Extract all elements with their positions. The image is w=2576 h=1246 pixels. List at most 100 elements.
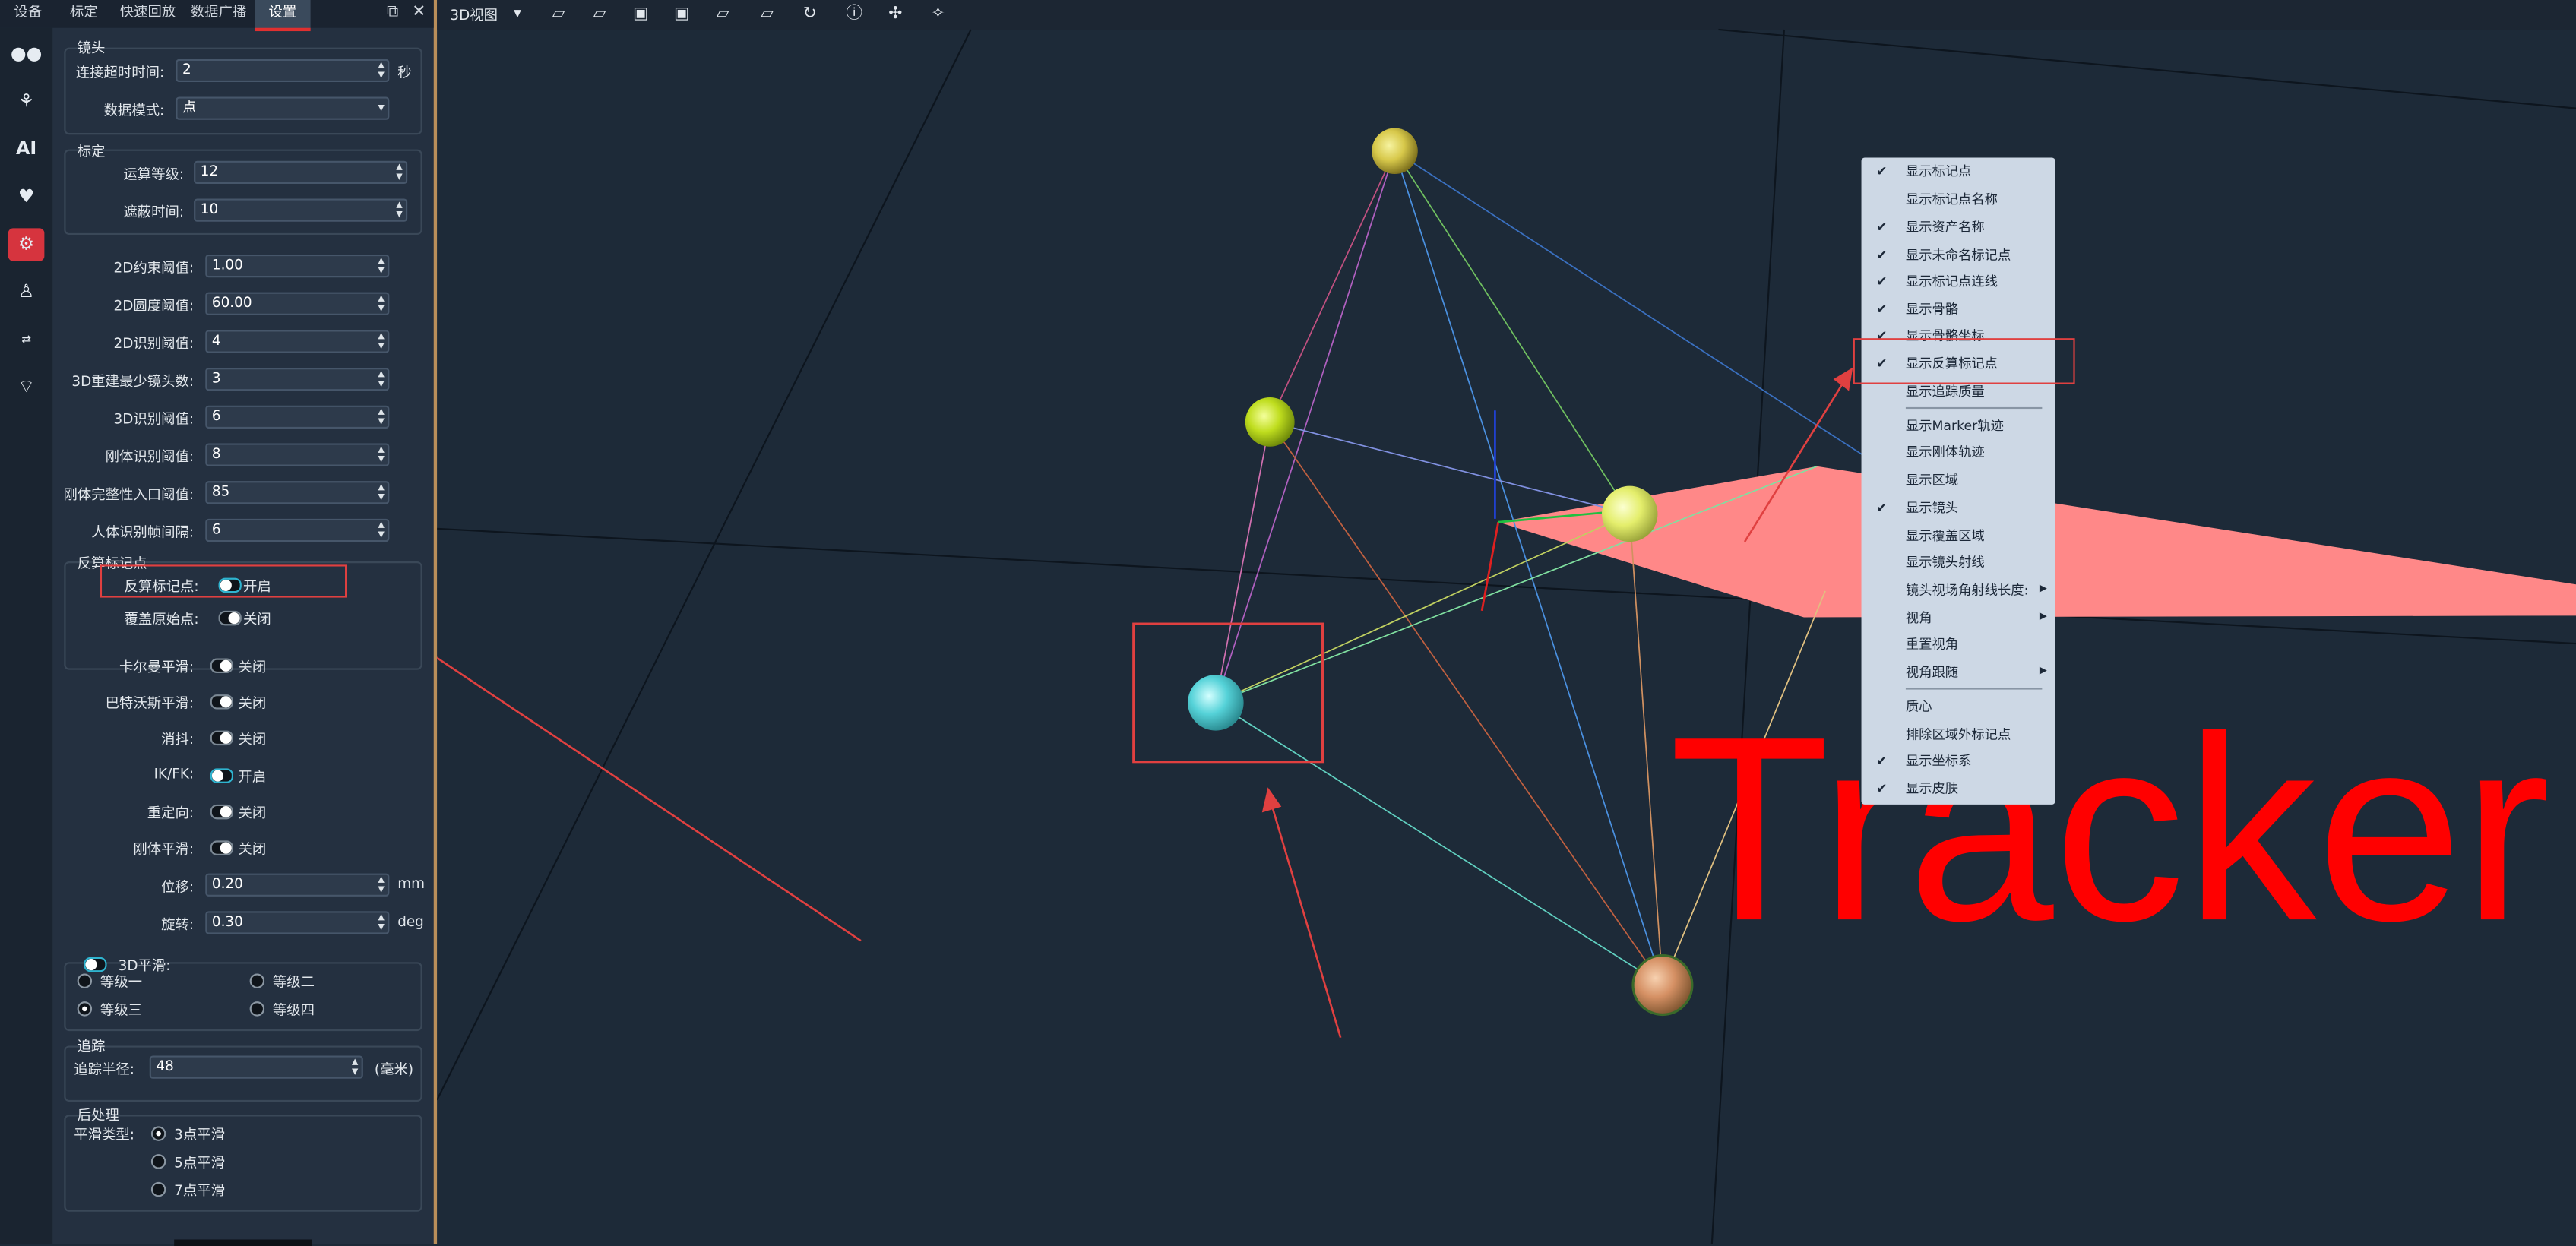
param-input[interactable]: 6 ▲ ▼ bbox=[205, 405, 390, 429]
check-icon: ✔ bbox=[1875, 501, 1888, 516]
spin-arrows-icon[interactable]: ▲ ▼ bbox=[352, 1058, 358, 1077]
heart-icon[interactable]: ♥ bbox=[8, 181, 45, 213]
menu-item[interactable]: 显示镜头 bbox=[1906, 499, 1958, 517]
tab-calibration[interactable]: 标定 bbox=[59, 0, 109, 28]
close-icon[interactable]: ✕ bbox=[409, 3, 429, 23]
spin-arrows-icon[interactable]: ▲ ▼ bbox=[396, 201, 402, 220]
toggle-state: 开启 bbox=[238, 770, 267, 787]
menu-item[interactable]: 显示追踪质量 bbox=[1906, 383, 1985, 401]
menu-item[interactable]: 视角 bbox=[1906, 609, 1932, 628]
timeout-input[interactable]: 2 ▲ ▼ bbox=[176, 59, 390, 83]
offset-unit: mm bbox=[397, 876, 426, 893]
menu-item[interactable]: 显示标记点连线 bbox=[1906, 273, 1998, 291]
menu-item[interactable]: 显示镜头射线 bbox=[1906, 553, 1985, 571]
menu-item[interactable]: 显示覆盖区域 bbox=[1906, 527, 1985, 546]
timeout-label: 连接超时时间: bbox=[75, 65, 165, 83]
spin-arrows-icon[interactable]: ▲ ▼ bbox=[378, 520, 385, 540]
menu-item[interactable]: 显示未命名标记点 bbox=[1906, 246, 2011, 264]
ground-grid bbox=[437, 28, 2576, 1244]
data-mode-select[interactable]: 点 ▼ bbox=[176, 96, 390, 120]
menu-item[interactable]: 排除区域外标记点 bbox=[1906, 726, 2011, 744]
smooth5pt-radio[interactable] bbox=[150, 1154, 166, 1169]
retarget-toggle[interactable] bbox=[210, 804, 234, 820]
spin-arrows-icon[interactable]: ▲ ▼ bbox=[378, 61, 385, 81]
menu-item[interactable]: 显示标记点 bbox=[1906, 163, 1971, 181]
param-input[interactable]: 85 ▲ ▼ bbox=[205, 481, 390, 504]
smooth7pt-radio[interactable] bbox=[150, 1181, 166, 1197]
param-label: 人体识别帧间隔: bbox=[91, 525, 195, 542]
level4-radio[interactable] bbox=[249, 1001, 265, 1017]
menu-item[interactable]: 显示坐标系 bbox=[1906, 752, 1971, 770]
spin-arrows-icon[interactable]: ▲ ▼ bbox=[378, 294, 385, 314]
level1-radio[interactable] bbox=[77, 973, 93, 988]
ik-fk-toggle[interactable] bbox=[210, 768, 234, 783]
scroll-handle[interactable] bbox=[174, 1239, 312, 1246]
rigid-smooth-toggle[interactable] bbox=[210, 840, 234, 855]
menu-item[interactable]: 显示刚体轨迹 bbox=[1906, 443, 1985, 461]
spin-arrows-icon[interactable]: ▲ ▼ bbox=[378, 332, 385, 352]
menu-item[interactable]: 显示皮肤 bbox=[1906, 780, 1958, 798]
debounce-toggle[interactable] bbox=[210, 730, 234, 746]
param-input[interactable]: 3 ▲ ▼ bbox=[205, 368, 390, 391]
toggle-state: 关闭 bbox=[238, 696, 267, 713]
smooth3d-toggle[interactable] bbox=[84, 957, 107, 972]
spin-arrows-icon[interactable]: ▲ ▼ bbox=[378, 407, 385, 427]
menu-item[interactable]: 视角跟随 bbox=[1906, 663, 1958, 682]
mask-time-input[interactable]: 10 ▲ ▼ bbox=[194, 198, 408, 222]
spin-arrows-icon[interactable]: ▲ ▼ bbox=[378, 445, 385, 465]
spin-arrows-icon[interactable]: ▲ ▼ bbox=[378, 875, 385, 895]
spin-arrows-icon[interactable]: ▲ ▼ bbox=[396, 163, 402, 182]
track-radius-input[interactable]: 48 ▲ ▼ bbox=[149, 1055, 363, 1079]
tab-settings[interactable]: 设置 bbox=[255, 0, 311, 32]
sync-icon[interactable]: ⇄ bbox=[8, 324, 45, 356]
param-input[interactable]: 4 ▲ ▼ bbox=[205, 330, 390, 353]
menu-item[interactable]: 重置视角 bbox=[1906, 635, 1958, 653]
annotation-arrows bbox=[437, 367, 1853, 1039]
menu-item[interactable]: 显示标记点名称 bbox=[1906, 191, 1998, 209]
butterworth-toggle[interactable] bbox=[210, 694, 234, 710]
param-value: 4 bbox=[211, 333, 221, 350]
check-icon: ✔ bbox=[1875, 164, 1888, 179]
menu-item[interactable]: 显示资产名称 bbox=[1906, 218, 1985, 236]
menu-item[interactable]: 镜头视场角射线长度: bbox=[1906, 581, 2029, 599]
float-window-icon[interactable]: ⧉ bbox=[383, 3, 403, 23]
smooth3pt-radio[interactable] bbox=[150, 1126, 166, 1141]
human-figure-icon[interactable]: ♙ bbox=[8, 276, 45, 308]
wireless-icon[interactable]: ⌔ bbox=[8, 371, 45, 403]
menu-item[interactable]: 显示Marker轨迹 bbox=[1906, 417, 2004, 435]
spin-arrows-icon[interactable]: ▲ ▼ bbox=[378, 912, 385, 932]
offset-input[interactable]: 0.20 ▲ ▼ bbox=[205, 873, 390, 897]
marker-point[interactable] bbox=[1245, 397, 1295, 447]
3d-viewport[interactable]: 3D视图 ▼ ▱ ▱ ▣ ▣ ▱ ▱ ↻ ⓘ ✣ ✧ Tracker bbox=[437, 0, 2576, 1244]
menu-item[interactable]: 显示骨骼 bbox=[1906, 300, 1958, 318]
level2-radio[interactable] bbox=[249, 973, 265, 988]
mask-time-value: 10 bbox=[200, 201, 219, 219]
level3-radio[interactable] bbox=[77, 1001, 93, 1017]
tab-device[interactable]: 设备 bbox=[3, 0, 52, 28]
marker-point[interactable] bbox=[1372, 128, 1418, 175]
kalman-toggle[interactable] bbox=[210, 658, 234, 673]
ai-icon[interactable]: AI bbox=[8, 133, 45, 166]
gear-icon[interactable]: ⚙ bbox=[8, 228, 45, 261]
compute-level-input[interactable]: 12 ▲ ▼ bbox=[194, 160, 408, 185]
param-input[interactable]: 8 ▲ ▼ bbox=[205, 443, 390, 466]
marker-point[interactable] bbox=[1188, 675, 1244, 731]
spin-arrows-icon[interactable]: ▲ ▼ bbox=[378, 256, 385, 276]
toggle-state: 关闭 bbox=[238, 842, 267, 859]
tab-quick-playback[interactable]: 快速回放 bbox=[115, 0, 180, 28]
menu-item[interactable]: 质心 bbox=[1906, 697, 1932, 716]
menu-item[interactable]: 显示区域 bbox=[1906, 471, 1958, 489]
marker-point[interactable] bbox=[1601, 485, 1658, 542]
spin-arrows-icon[interactable]: ▲ ▼ bbox=[378, 482, 385, 502]
param-input[interactable]: 1.00 ▲ ▼ bbox=[205, 254, 390, 278]
skeleton-icon[interactable]: ⚘ bbox=[8, 85, 45, 118]
param-input[interactable]: 6 ▲ ▼ bbox=[205, 518, 390, 542]
rotate-input[interactable]: 0.30 ▲ ▼ bbox=[205, 911, 390, 934]
param-input[interactable]: 60.00 ▲ ▼ bbox=[205, 292, 390, 315]
settings-content: 镜头 连接超时时间: 2 ▲ ▼ 秒 数据模式: 点 ▼ 标定 运算等级: 12 ▲ ▼ … bbox=[52, 28, 430, 1246]
spin-arrows-icon[interactable]: ▲ ▼ bbox=[378, 369, 385, 389]
tab-data-broadcast[interactable]: 数据广播 bbox=[185, 0, 251, 28]
param-label: 2D圆度阈值: bbox=[113, 299, 195, 315]
cover-original-toggle[interactable] bbox=[218, 610, 242, 626]
cameras-icon[interactable]: ●● bbox=[8, 38, 45, 71]
